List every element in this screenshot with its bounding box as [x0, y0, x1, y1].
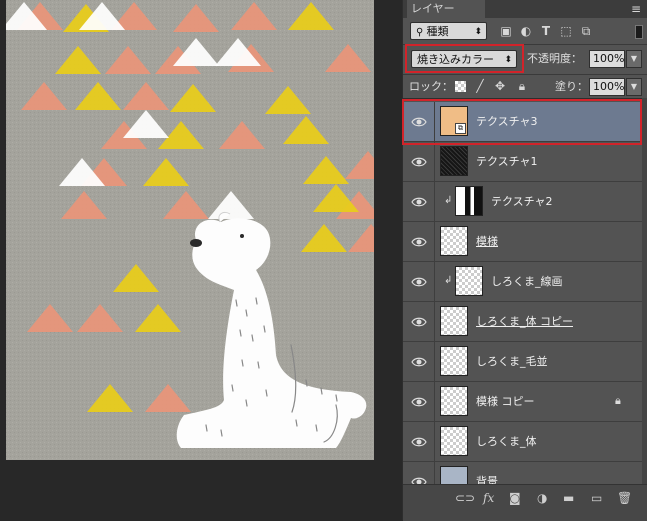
lock-icon: 🔒︎	[615, 394, 621, 407]
trash-icon[interactable]: 🗑︎	[617, 491, 632, 505]
layer-row[interactable]: 模様	[403, 222, 642, 262]
artwork-canvas[interactable]	[6, 0, 374, 460]
artwork-illustration	[6, 0, 374, 460]
opacity-input[interactable]: 100%	[589, 50, 625, 68]
layer-row[interactable]: しろくま_体	[403, 422, 642, 462]
layer-thumbnail[interactable]	[440, 386, 468, 416]
layer-name[interactable]: しろくま_体	[476, 434, 537, 450]
layer-thumbnail[interactable]	[455, 266, 483, 296]
canvas-area	[0, 0, 402, 520]
layer-thumbnail[interactable]	[440, 226, 468, 256]
layer-row[interactable]: しろくま_毛並	[403, 342, 642, 382]
eye-icon[interactable]	[409, 232, 429, 252]
filter-type-select[interactable]: ⚲ 種類 ⬍	[410, 22, 487, 40]
visibility-divider	[434, 142, 435, 182]
visibility-divider	[434, 222, 435, 262]
clipping-arrow-icon: ↲	[444, 195, 453, 206]
adjustment-icon[interactable]: ◑	[537, 491, 547, 505]
folder-icon[interactable]: ▬	[563, 491, 574, 505]
layer-name[interactable]: しろくま_線画	[491, 274, 563, 290]
filter-type-label: 種類	[426, 25, 449, 38]
layer-row[interactable]: しろくま_体 コピー	[403, 302, 642, 342]
eye-icon[interactable]	[409, 472, 429, 484]
layer-list-scrollbar[interactable]	[642, 98, 647, 484]
visibility-divider	[434, 262, 435, 302]
visibility-divider	[434, 462, 435, 484]
new-layer-icon[interactable]: ▭	[591, 491, 602, 505]
visibility-divider	[434, 342, 435, 382]
eye-icon[interactable]	[409, 432, 429, 452]
layer-list: ⧉ テクスチャ3 テクスチャ1 ↲ テクスチャ2 模様 ↲ しろくま_線画 しろくま_体 コピー…	[403, 102, 642, 484]
layer-name[interactable]: 模様	[476, 234, 498, 250]
layer-row[interactable]: ↲ テクスチャ2	[403, 182, 642, 222]
clipping-arrow-icon: ↲	[444, 275, 453, 286]
blend-mode-highlight	[405, 44, 524, 73]
layer-name[interactable]: しろくま_体 コピー	[476, 314, 573, 330]
layer-thumbnail[interactable]	[440, 306, 468, 336]
layer-name[interactable]: テクスチャ1	[476, 154, 538, 170]
layer-row[interactable]: 模様 コピー 🔒︎	[403, 382, 642, 422]
tab-layers[interactable]: レイヤー	[407, 0, 485, 18]
layer-thumbnail[interactable]	[440, 346, 468, 376]
filter-row: ⚲ 種類 ⬍ ▣ ◐ T ⬚ ⧉	[403, 20, 647, 44]
layer-thumbnail[interactable]	[440, 146, 468, 176]
fill-dropdown-icon[interactable]: ▼	[626, 78, 642, 96]
search-icon: ⚲	[416, 27, 427, 38]
visibility-divider	[434, 182, 435, 222]
lock-all-icon[interactable]: 🔒︎	[515, 79, 529, 93]
eye-icon[interactable]	[409, 152, 429, 172]
toggle-icon[interactable]	[635, 25, 643, 39]
eye-icon[interactable]	[409, 192, 429, 212]
mask-icon[interactable]: ◙	[509, 491, 521, 505]
visibility-divider	[434, 302, 435, 342]
eye-icon[interactable]	[409, 312, 429, 332]
lock-move-icon[interactable]: ✥	[493, 79, 507, 93]
panel-menu-icon[interactable]: ≡	[628, 2, 644, 16]
fill-input[interactable]: 100%	[589, 78, 625, 96]
layer-thumbnail[interactable]	[440, 426, 468, 456]
layer-name[interactable]: しろくま_毛並	[476, 354, 548, 370]
layer-row[interactable]: テクスチャ1	[403, 142, 642, 182]
lock-row: ロック： ╱ ✥ 🔒︎ 塗り： 100% ▼	[403, 76, 647, 98]
layer-name[interactable]: 背景	[476, 474, 498, 484]
link-icon[interactable]: ⊂⊃	[455, 491, 475, 505]
layer-row[interactable]: ↲ しろくま_線画	[403, 262, 642, 302]
visibility-divider	[434, 382, 435, 422]
layer-thumbnail[interactable]	[440, 466, 468, 484]
image-filter-icon[interactable]: ▣	[499, 24, 513, 38]
opacity-dropdown-icon[interactable]: ▼	[626, 50, 642, 68]
layers-panel: レイヤー ≡ ⚲ 種類 ⬍ ▣ ◐ T ⬚ ⧉ 焼き込みカラー ⬍ 不透明度： …	[402, 0, 647, 521]
smart-filter-icon[interactable]: ⧉	[579, 24, 593, 38]
layer-name[interactable]: テクスチャ2	[491, 194, 553, 210]
lock-brush-icon[interactable]: ╱	[473, 79, 487, 93]
opacity-label: 不透明度：	[527, 52, 582, 65]
eye-icon[interactable]	[409, 392, 429, 412]
layer-row[interactable]: 背景	[403, 462, 642, 484]
fx-icon[interactable]: fx	[483, 491, 494, 505]
divider	[403, 74, 647, 75]
text-filter-icon[interactable]: T	[539, 24, 553, 38]
layer-name[interactable]: 模様 コピー	[476, 394, 535, 410]
visibility-divider	[434, 422, 435, 462]
shape-filter-icon[interactable]: ⬚	[559, 24, 573, 38]
fill-label: 塗り：	[555, 80, 588, 93]
lock-pixels-icon[interactable]	[455, 81, 466, 92]
adjust-filter-icon[interactable]: ◐	[519, 24, 533, 38]
layer-thumbnail[interactable]	[455, 186, 483, 216]
chevron-updown-icon: ⬍	[474, 27, 482, 37]
lock-label: ロック：	[409, 80, 453, 93]
eye-icon[interactable]	[409, 272, 429, 292]
panel-tab-bar: レイヤー ≡	[403, 0, 647, 18]
selected-layer-highlight	[402, 99, 642, 145]
eye-icon[interactable]	[409, 352, 429, 372]
panel-bottom-bar: ⊂⊃ fx ◙ ◑ ▬ ▭ 🗑︎	[403, 484, 647, 521]
